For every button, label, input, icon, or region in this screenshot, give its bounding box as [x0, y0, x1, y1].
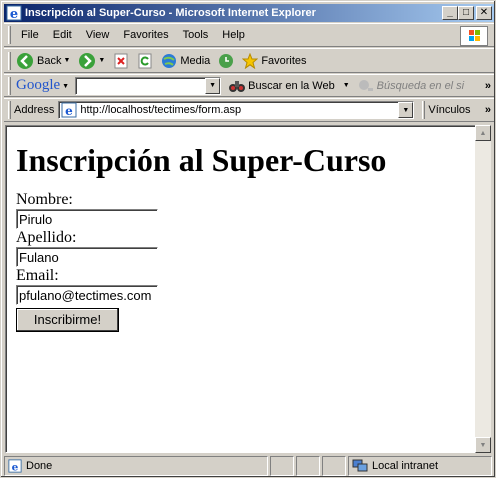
google-search-input[interactable]: ▼ — [75, 76, 222, 95]
binoculars-icon — [229, 80, 246, 92]
nombre-input[interactable]: Pirulo — [16, 209, 158, 229]
scroll-up-button[interactable]: ▲ — [475, 125, 491, 141]
menu-view[interactable]: View — [79, 29, 117, 41]
menu-grip[interactable] — [8, 26, 11, 44]
back-arrow-icon — [17, 52, 33, 69]
chevron-down-icon[interactable]: ▼ — [343, 82, 350, 89]
submit-button[interactable]: Inscribirme! — [16, 308, 119, 332]
status-pane-3 — [322, 456, 346, 476]
chevron-down-icon[interactable]: ▼ — [398, 102, 414, 118]
star-icon — [242, 52, 259, 69]
search-site-label: Búsqueda en el si — [376, 79, 465, 92]
search-site-button[interactable]: Búsqueda en el si — [356, 75, 466, 97]
history-button[interactable] — [216, 50, 236, 72]
window-title: Inscripción al Super-Curso - Microsoft I… — [25, 7, 316, 19]
media-button[interactable]: Media — [159, 50, 212, 72]
browser-window: e Inscripción al Super-Curso - Microsoft… — [0, 0, 496, 478]
favorites-button[interactable]: Favorites — [240, 50, 308, 72]
favorites-label: Favorites — [261, 54, 307, 67]
media-globe-icon — [162, 53, 177, 68]
svg-text:e: e — [10, 7, 18, 21]
intranet-icon — [352, 459, 368, 472]
chevron-down-icon[interactable]: ▼ — [98, 57, 105, 64]
chevron-down-icon[interactable]: ▼ — [205, 77, 221, 94]
scroll-down-button[interactable]: ▼ — [475, 437, 491, 453]
minimize-button[interactable]: _ — [442, 6, 458, 20]
page-content: Inscripción al Super-Curso Nombre: Pirul… — [16, 142, 386, 332]
menu-bar: File Edit View Favorites Tools Help — [4, 23, 494, 47]
forward-button[interactable]: ▼ — [76, 50, 107, 72]
svg-text:e: e — [66, 104, 74, 118]
menu-help[interactable]: Help — [215, 29, 252, 41]
more-links-icon[interactable]: » — [485, 104, 491, 116]
address-url: http://localhost/tectimes/form.asp — [80, 104, 242, 116]
media-label: Media — [180, 54, 211, 67]
links-grip[interactable] — [422, 101, 426, 119]
title-bar[interactable]: e Inscripción al Super-Curso - Microsoft… — [4, 4, 494, 22]
menu-file[interactable]: File — [14, 29, 46, 41]
google-menu-button[interactable]: Google ▼ — [14, 75, 71, 97]
menu-favorites[interactable]: Favorites — [116, 29, 175, 41]
zone-text: Local intranet — [372, 460, 439, 472]
zone-pane: Local intranet — [348, 456, 492, 476]
more-toolbar-icon[interactable]: » — [485, 80, 491, 92]
address-label: Address — [14, 104, 55, 116]
stop-icon — [114, 53, 128, 68]
stop-button[interactable] — [111, 50, 131, 72]
windows-logo-icon — [460, 26, 488, 46]
status-text: Done — [26, 460, 53, 472]
back-label: Back — [37, 54, 62, 67]
page-title: Inscripción al Super-Curso — [16, 142, 387, 178]
menu-tools[interactable]: Tools — [176, 29, 216, 41]
search-web-label: Buscar en la Web — [248, 79, 335, 92]
history-icon — [219, 53, 234, 68]
vertical-scrollbar[interactable]: ▲ ▼ — [475, 125, 491, 453]
toolbar-grip[interactable] — [8, 51, 11, 70]
google-logo: Google — [16, 77, 61, 93]
refresh-icon — [138, 53, 152, 68]
address-grip[interactable] — [8, 101, 11, 119]
ie-logo-icon: e — [6, 5, 22, 22]
google-toolbar: Google ▼ ▼ Buscar en la Web ▼ Búsqueda e… — [4, 74, 494, 97]
standard-toolbar: Back ▼ ▼ Media Favorites — [4, 48, 494, 73]
forward-arrow-icon — [79, 52, 96, 69]
search-site-icon — [358, 79, 373, 91]
refresh-button[interactable] — [135, 50, 155, 72]
status-bar: e Done Local intranet — [4, 456, 494, 476]
email-input[interactable]: pfulano@tectimes.com — [16, 285, 158, 305]
links-label[interactable]: Vínculos — [428, 104, 470, 116]
menu-edit[interactable]: Edit — [46, 29, 79, 41]
back-button[interactable]: Back ▼ — [14, 50, 72, 72]
svg-text:e: e — [12, 461, 19, 473]
nombre-label: Nombre: — [16, 191, 73, 208]
status-pane-2 — [296, 456, 320, 476]
status-text-pane: e Done — [4, 456, 268, 476]
address-bar: Address e http://localhost/tectimes/form… — [4, 98, 494, 122]
apellido-input[interactable]: Fulano — [16, 247, 158, 267]
address-input[interactable]: e http://localhost/tectimes/form.asp ▼ — [58, 101, 415, 119]
search-web-button[interactable]: Buscar en la Web ▼ — [227, 75, 352, 97]
email-label: Email: — [16, 267, 59, 284]
google-toolbar-grip[interactable] — [8, 76, 11, 95]
page-done-icon: e — [8, 459, 22, 473]
maximize-button[interactable]: □ — [458, 6, 474, 20]
chevron-down-icon[interactable]: ▼ — [63, 57, 70, 64]
close-button[interactable]: ✕ — [476, 6, 492, 20]
chevron-down-icon[interactable]: ▼ — [62, 82, 69, 90]
status-pane-1 — [270, 456, 294, 476]
apellido-label: Apellido: — [16, 229, 77, 246]
page-ie-icon: e — [61, 102, 77, 118]
